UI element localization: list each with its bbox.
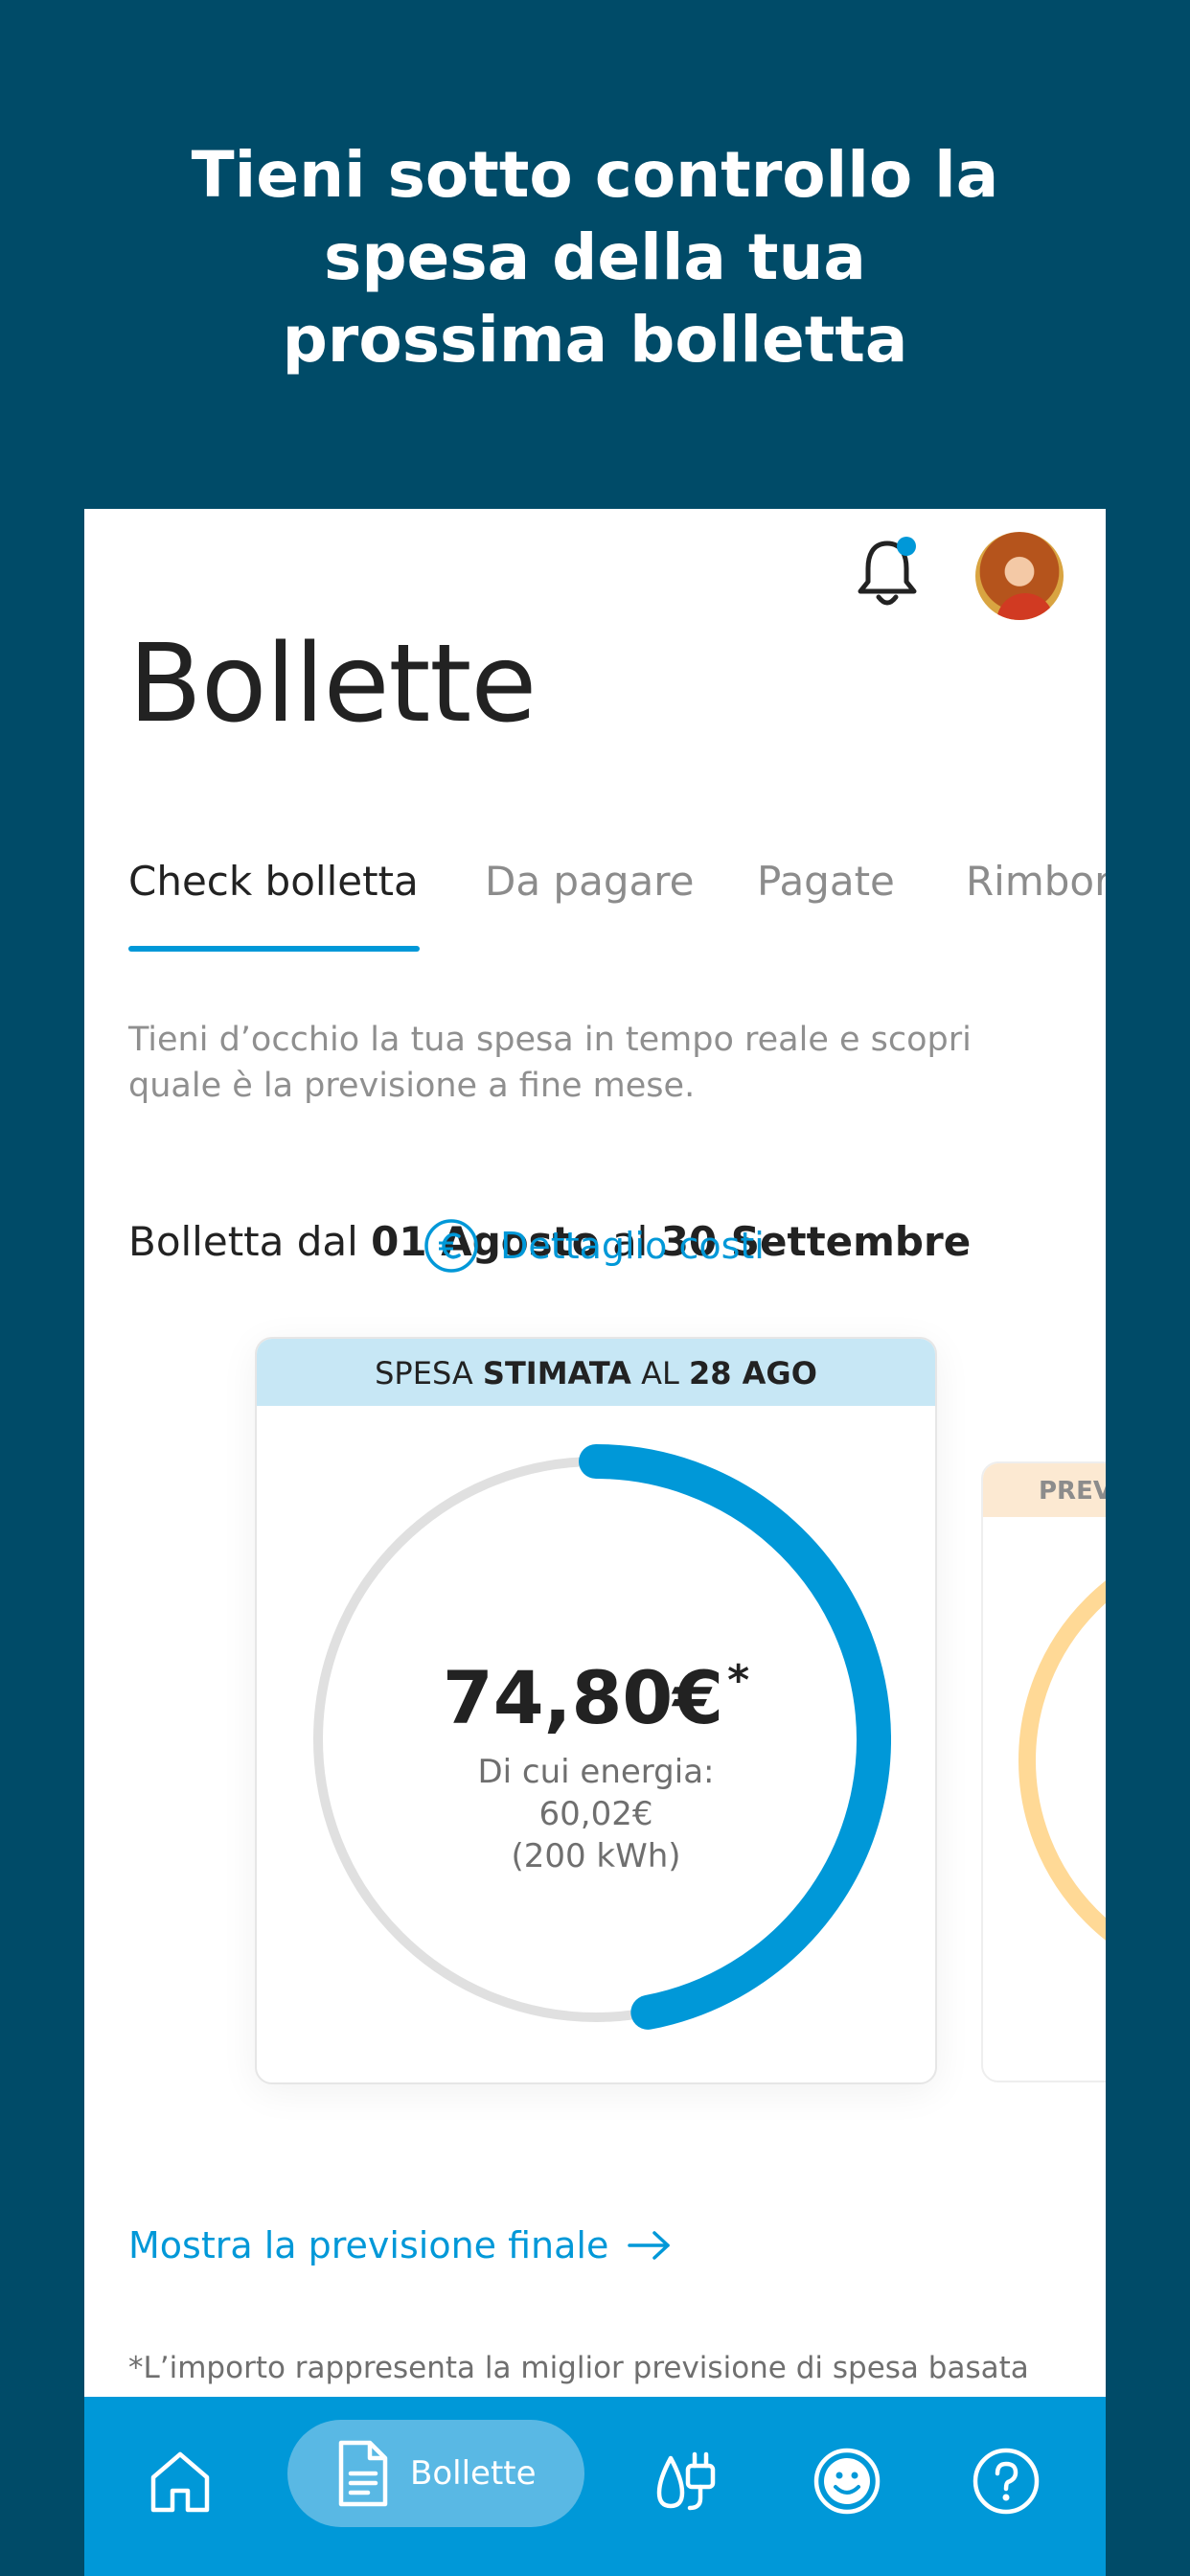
promo-line-1: Tieni sotto controllo la — [191, 138, 999, 212]
final-link-label: Mostra la previsione finale — [128, 2224, 609, 2266]
energy-value: 60,02€ — [538, 1795, 653, 1833]
show-final-forecast-link[interactable]: Mostra la previsione finale — [128, 2224, 672, 2266]
euro-icon — [424, 1219, 478, 1273]
smiley-icon[interactable] — [809, 2443, 885, 2519]
energy-kwh: (200 kWh) — [511, 1837, 681, 1875]
footnote-text: *L’importo rappresenta la miglior previs… — [128, 2351, 1029, 2385]
promo-line-3: prossima bolletta — [282, 303, 908, 377]
estimate-card-header: SPESA STIMATA AL 28 AGO — [257, 1339, 935, 1406]
help-icon[interactable] — [968, 2443, 1044, 2519]
nav-bollette-button[interactable]: Bollette — [287, 2420, 584, 2527]
document-icon — [338, 2440, 388, 2507]
tab-check-bolletta[interactable]: Check bolletta — [128, 858, 419, 905]
home-icon[interactable] — [142, 2443, 218, 2519]
promo-line-2: spesa della tua — [324, 220, 866, 294]
header-mid: AL — [641, 1355, 679, 1392]
utilities-icon[interactable] — [650, 2443, 726, 2519]
intro-text: Tieni d’occhio la tua spesa in tempo rea… — [128, 1021, 972, 1105]
tab-da-pagare[interactable]: Da pagare — [485, 858, 694, 905]
active-tab-indicator — [128, 946, 420, 952]
estimated-amount: 74,80€* — [257, 1655, 935, 1740]
amount-value: 74,80€ — [442, 1655, 724, 1740]
forecast-card-header: PREV — [983, 1463, 1106, 1517]
tab-rimborsi[interactable]: Rimbor — [966, 858, 1106, 905]
header-bold: STIMATA — [482, 1355, 631, 1392]
promo-headline: Tieni sotto controllo la spesa della tua… — [0, 134, 1190, 381]
nav-bollette-label: Bollette — [410, 2454, 537, 2493]
bottom-navigation: Bollette — [84, 2397, 1106, 2576]
forecast-card[interactable]: PREV — [981, 1461, 1106, 2082]
app-screen: Bollette Check bolletta Da pagare Pagate… — [84, 509, 1106, 2576]
estimate-card: SPESA STIMATA AL 28 AGO 74,80€* Di cui e… — [255, 1337, 937, 2084]
cost-detail-link[interactable]: Dettaglio costi — [255, 1218, 933, 1274]
cost-detail-row: Dettaglio costi — [255, 1218, 933, 1276]
notification-dot — [897, 537, 916, 556]
tab-pagate[interactable]: Pagate — [757, 858, 895, 905]
cost-detail-label: Dettaglio costi — [500, 1225, 765, 1267]
header-date: 28 AGO — [688, 1355, 817, 1392]
energy-label: Di cui energia: — [477, 1753, 715, 1791]
amount-footnote-mark: * — [727, 1656, 750, 1705]
avatar[interactable] — [975, 532, 1064, 620]
header-prefix: SPESA — [375, 1355, 473, 1392]
forecast-ring — [1018, 1580, 1106, 1941]
arrow-right-icon — [628, 2231, 671, 2260]
page-title: Bollette — [128, 622, 537, 747]
